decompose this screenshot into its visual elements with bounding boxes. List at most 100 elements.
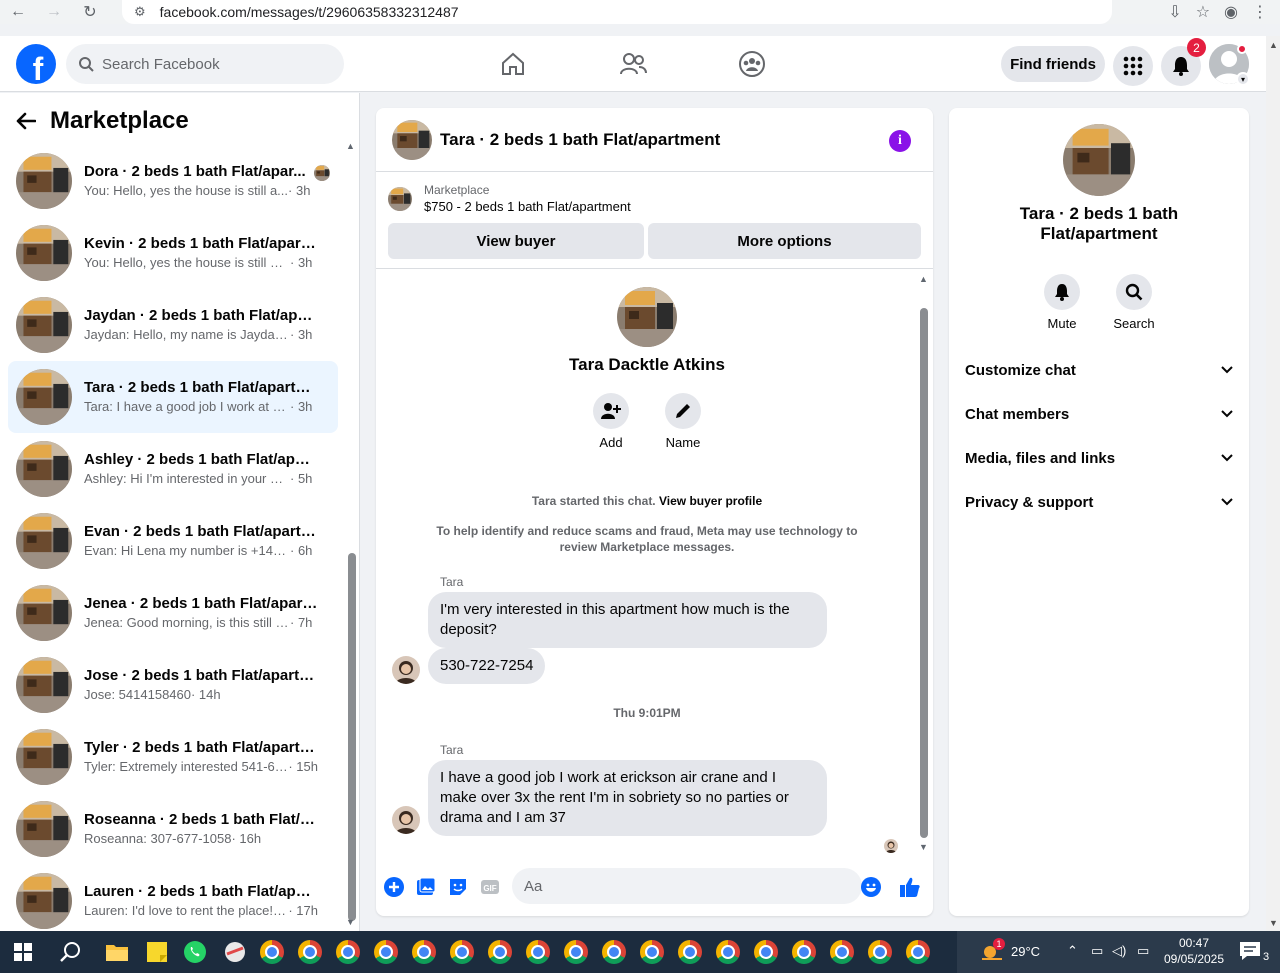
search-icon[interactable] (56, 937, 86, 967)
facebook-search-input[interactable]: Search Facebook (66, 44, 344, 84)
scrollbar-thumb[interactable] (348, 553, 356, 921)
sender-avatar[interactable] (392, 656, 420, 684)
conversation-item[interactable]: Ashley · 2 beds 1 bath Flat/apart... Ashl… (8, 433, 338, 505)
view-buyer-button[interactable]: View buyer (388, 223, 644, 259)
listing-large-thumbnail[interactable] (1063, 124, 1135, 196)
sticker-icon[interactable] (447, 876, 469, 898)
chrome-window-icon[interactable] (447, 937, 477, 967)
chrome-window-icon[interactable] (333, 937, 363, 967)
view-buyer-profile-link[interactable]: View buyer profile (659, 494, 762, 508)
address-bar[interactable]: ⚙ facebook.com/messages/t/29606358332312… (122, 0, 1112, 24)
chrome-window-icon[interactable] (827, 937, 857, 967)
account-chevron-icon[interactable]: ▾ (1236, 72, 1250, 86)
scroll-up-arrow-icon[interactable]: ▲ (346, 141, 355, 151)
sidebar-scrollbar[interactable]: ▲ ▼ (346, 141, 356, 927)
menu-grid-icon[interactable] (1113, 46, 1153, 86)
scroll-up-arrow-icon[interactable]: ▲ (1269, 40, 1278, 50)
chrome-window-icon[interactable] (409, 937, 439, 967)
conversation-item[interactable]: Evan · 2 beds 1 bath Flat/apartm... Evan:… (8, 505, 338, 577)
site-settings-icon[interactable]: ⚙ (134, 4, 146, 20)
conversation-item[interactable]: Roseanna · 2 beds 1 bath Flat/ap... Rosea… (8, 793, 338, 865)
chat-members-section[interactable]: Chat members (965, 402, 1233, 426)
back-arrow-icon[interactable]: ← (0, 0, 36, 24)
taskbar-clock[interactable]: 00:47 09/05/2025 (1156, 935, 1232, 967)
chrome-window-icon[interactable] (523, 937, 553, 967)
reload-icon[interactable]: ↻ (72, 0, 108, 24)
meet-now-icon[interactable]: ▭ (1091, 943, 1103, 959)
chrome-window-icon[interactable] (561, 937, 591, 967)
whatsapp-icon[interactable] (180, 937, 210, 967)
message-bubble[interactable]: I'm very interested in this apartment ho… (428, 592, 827, 648)
menu-kebab-icon[interactable]: ⋮ (1252, 2, 1268, 22)
media-files-links-section[interactable]: Media, files and links (965, 446, 1233, 470)
home-icon[interactable] (499, 50, 527, 78)
conversation-item[interactable]: Kevin · 2 beds 1 bath Flat/apart... You: … (8, 217, 338, 289)
chrome-window-icon[interactable] (789, 937, 819, 967)
chevron-up-icon[interactable]: ⌃ (1067, 943, 1078, 959)
scroll-down-arrow-icon[interactable]: ▼ (346, 917, 355, 927)
friends-icon[interactable] (619, 50, 647, 78)
info-icon[interactable]: i (889, 130, 911, 152)
conversation-item[interactable]: Tyler · 2 beds 1 bath Flat/apartm... Tyle… (8, 721, 338, 793)
gif-icon[interactable]: GIF (479, 876, 501, 898)
edit-name-button[interactable]: Name (653, 393, 713, 450)
like-thumbs-up-icon[interactable] (899, 876, 921, 898)
scroll-down-arrow-icon[interactable]: ▼ (1269, 918, 1278, 928)
conversation-item[interactable]: Dora · 2 beds 1 bath Flat/apar... You: He… (8, 145, 338, 217)
chrome-window-icon[interactable] (713, 937, 743, 967)
groups-icon[interactable] (738, 50, 766, 78)
chrome-window-icon[interactable] (485, 937, 515, 967)
conversation-item[interactable]: Jenea · 2 beds 1 bath Flat/apart... Jenea… (8, 577, 338, 649)
install-app-icon[interactable]: ⇩ (1168, 2, 1181, 22)
chrome-window-icon[interactable] (903, 937, 933, 967)
scroll-down-arrow-icon[interactable]: ▼ (919, 842, 928, 852)
chrome-window-icon[interactable] (371, 937, 401, 967)
chrome-window-icon[interactable] (865, 937, 895, 967)
add-person-button[interactable]: Add (581, 393, 641, 450)
page-scrollbar[interactable]: ▲ ▼ (1266, 36, 1280, 931)
listing-summary[interactable]: Marketplace $750 - 2 beds 1 bath Flat/ap… (388, 182, 631, 216)
message-bubble[interactable]: 530-722-7254 (428, 648, 546, 684)
file-explorer-icon[interactable] (102, 937, 132, 967)
speaker-icon[interactable]: ◁) (1112, 943, 1126, 959)
mute-button[interactable]: Mute (1032, 274, 1092, 331)
search-chat-button[interactable]: Search (1104, 274, 1164, 331)
chat-scrollbar[interactable]: ▲ ▼ (918, 274, 930, 854)
listing-thumbnail[interactable] (392, 119, 432, 160)
customize-chat-section[interactable]: Customize chat (965, 358, 1233, 382)
chrome-window-icon[interactable] (295, 937, 325, 967)
message-input[interactable]: Aa (512, 868, 862, 904)
profile-icon[interactable]: ◉ (1224, 2, 1238, 22)
find-friends-button[interactable]: Find friends (1001, 46, 1105, 82)
windows-start-icon[interactable] (8, 937, 38, 967)
sender-avatar[interactable] (392, 806, 420, 834)
bookmark-star-icon[interactable]: ☆ (1196, 2, 1210, 22)
chrome-window-icon[interactable] (257, 937, 287, 967)
scrollbar-thumb[interactable] (920, 308, 928, 838)
scroll-up-arrow-icon[interactable]: ▲ (919, 274, 928, 284)
sticky-notes-icon[interactable] (142, 937, 172, 967)
facebook-logo-icon[interactable]: f (16, 44, 56, 84)
privacy-support-section[interactable]: Privacy & support (965, 490, 1233, 514)
buyer-profile-thumbnail[interactable] (617, 287, 677, 347)
chrome-window-icon[interactable] (675, 937, 705, 967)
plus-circle-icon[interactable] (383, 876, 405, 898)
message-bubble[interactable]: I have a good job I work at erickson air… (428, 760, 827, 836)
chrome-window-icon[interactable] (637, 937, 667, 967)
app-icon[interactable] (220, 937, 250, 967)
chat-title[interactable]: Tara · 2 beds 1 bath Flat/apartment (440, 130, 720, 150)
more-options-button[interactable]: More options (648, 223, 921, 259)
conversation-item[interactable]: Tara · 2 beds 1 bath Flat/apartm... Tara:… (8, 361, 338, 433)
forward-arrow-icon[interactable]: → (36, 0, 72, 24)
temperature[interactable]: 29°C (1011, 944, 1040, 959)
network-icon[interactable]: ▭ (1137, 943, 1149, 959)
back-arrow-icon[interactable] (16, 112, 36, 130)
chrome-window-icon[interactable] (751, 937, 781, 967)
conversation-item[interactable]: Jose · 2 beds 1 bath Flat/apartm... Jose:… (8, 649, 338, 721)
conversation-item[interactable]: Lauren · 2 beds 1 bath Flat/apart... Laur… (8, 865, 338, 937)
action-center-icon[interactable] (1239, 941, 1261, 961)
conversation-item[interactable]: Jaydan · 2 beds 1 bath Flat/apart... Jayd… (8, 289, 338, 361)
emoji-icon[interactable] (860, 876, 882, 898)
photo-icon[interactable] (415, 876, 437, 898)
chrome-window-icon[interactable] (599, 937, 629, 967)
